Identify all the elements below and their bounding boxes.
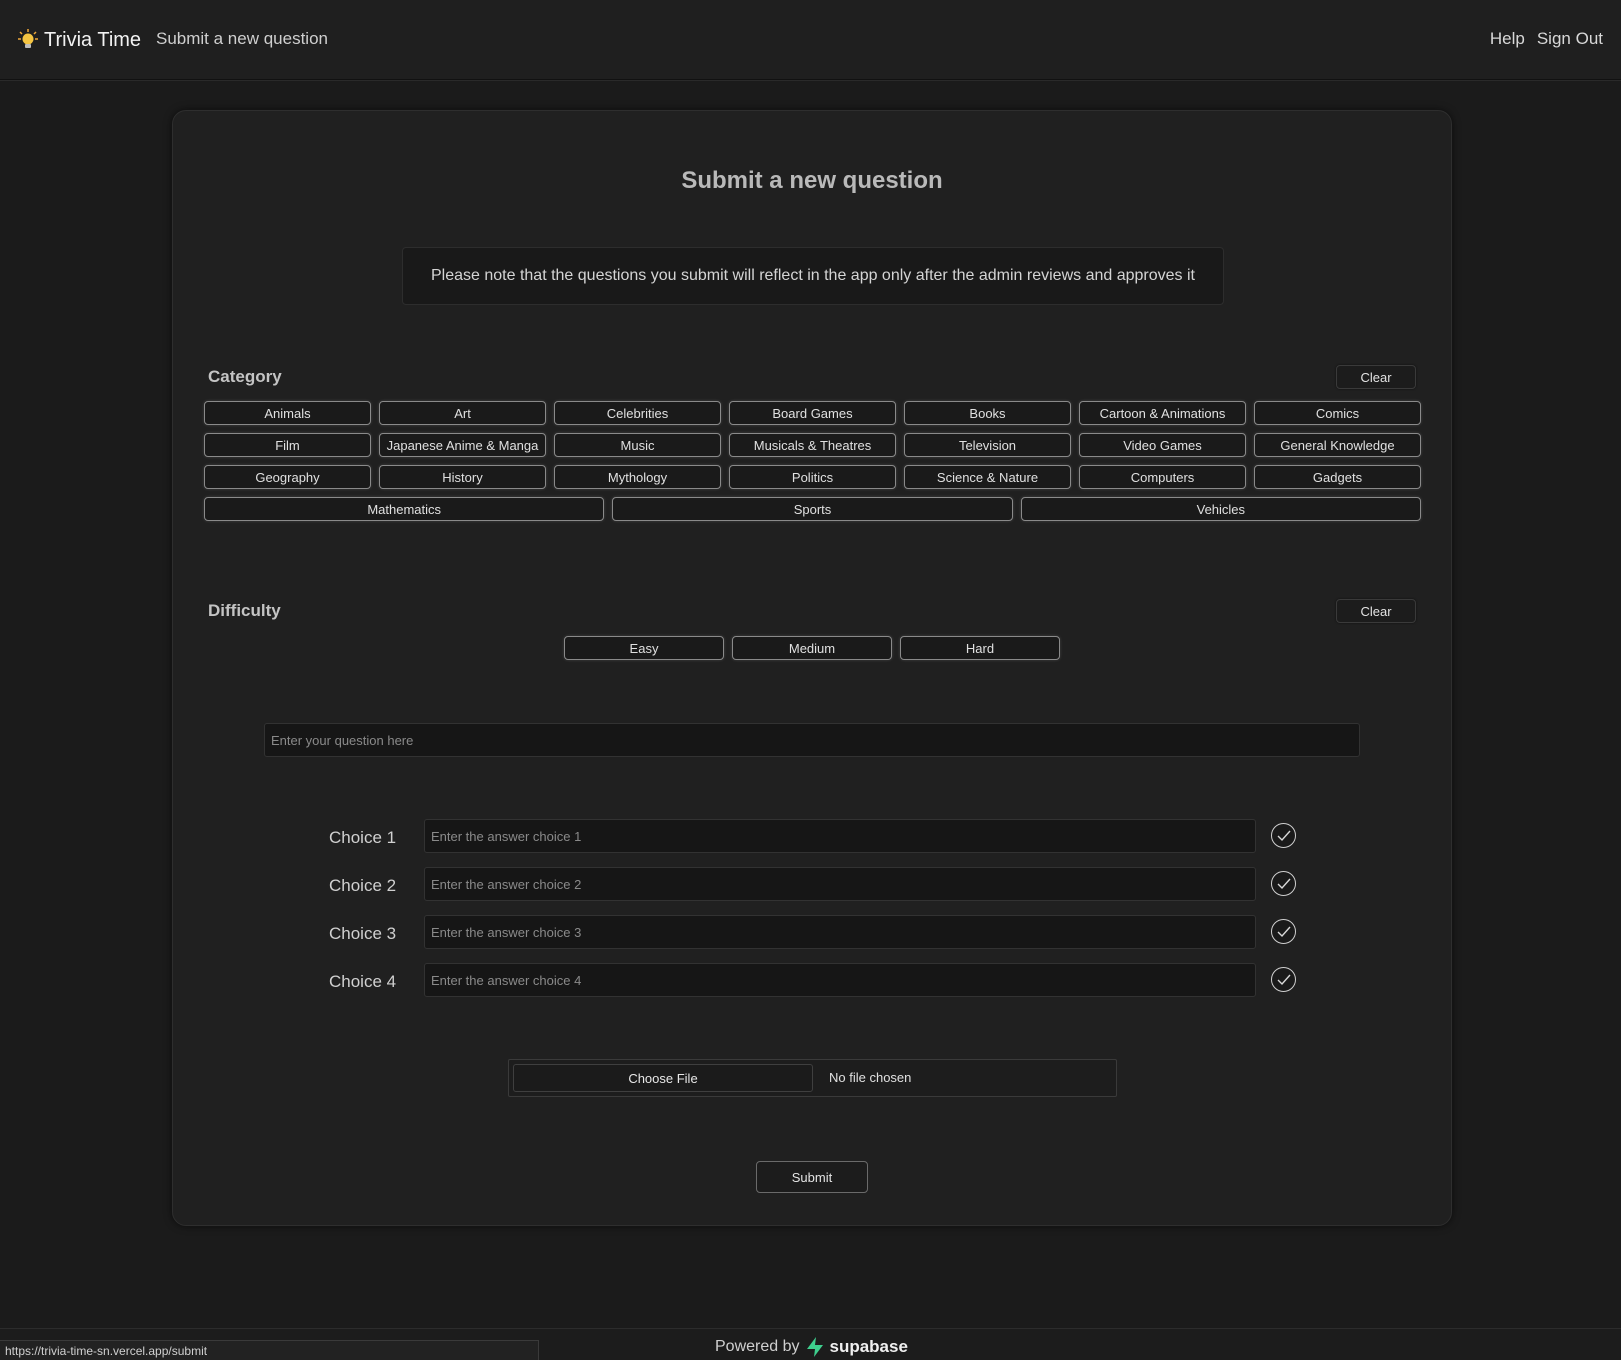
- category-chip-comics[interactable]: Comics: [1254, 401, 1421, 425]
- top-nav: Trivia Time Submit a new question Help S…: [0, 0, 1621, 80]
- choice-3-label: Choice 3: [329, 924, 397, 943]
- category-chip-cartoon-animations[interactable]: Cartoon & Animations: [1079, 401, 1246, 425]
- choice-4-correct-toggle[interactable]: [1271, 967, 1296, 992]
- category-chip-science-nature[interactable]: Science & Nature: [904, 465, 1071, 489]
- check-icon: [1277, 926, 1291, 937]
- app-title: Trivia Time: [44, 28, 142, 51]
- nav-right: Help Sign Out: [1490, 29, 1603, 49]
- category-chip-video-games[interactable]: Video Games: [1079, 433, 1246, 457]
- choice-1-field: [424, 819, 1256, 853]
- browser-status-url: https://trivia-time-sn.vercel.app/submit: [0, 1340, 539, 1360]
- choice-2-correct-toggle[interactable]: [1271, 871, 1296, 896]
- supabase-bolt-icon: [806, 1337, 823, 1357]
- choice-3-input[interactable]: [431, 924, 1249, 940]
- category-chip-film[interactable]: Film: [204, 433, 371, 457]
- category-chip-geography[interactable]: Geography: [204, 465, 371, 489]
- category-chip-television[interactable]: Television: [904, 433, 1071, 457]
- submit-button[interactable]: Submit: [756, 1161, 868, 1193]
- page-title: Submit a new question: [681, 167, 943, 194]
- category-chip-sports[interactable]: Sports: [612, 497, 1013, 521]
- category-chip-celebrities[interactable]: Celebrities: [554, 401, 721, 425]
- category-chip-animals[interactable]: Animals: [204, 401, 371, 425]
- check-icon: [1277, 830, 1291, 841]
- category-chip-history[interactable]: History: [379, 465, 546, 489]
- category-chip-mythology[interactable]: Mythology: [554, 465, 721, 489]
- choice-4-field: [424, 963, 1256, 997]
- category-label: Category: [208, 367, 282, 386]
- category-chip-politics[interactable]: Politics: [729, 465, 896, 489]
- choice-2-input[interactable]: [431, 876, 1249, 892]
- nav-submit-link[interactable]: Submit a new question: [156, 29, 328, 49]
- question-field: [264, 723, 1360, 757]
- category-chip-computers[interactable]: Computers: [1079, 465, 1246, 489]
- choice-2-field: [424, 867, 1256, 901]
- choice-3-field: [424, 915, 1256, 949]
- category-chip-vehicles[interactable]: Vehicles: [1020, 497, 1421, 521]
- choice-1-correct-toggle[interactable]: [1271, 823, 1296, 848]
- difficulty-label: Difficulty: [208, 601, 281, 620]
- category-chip-books[interactable]: Books: [904, 401, 1071, 425]
- category-chip-art[interactable]: Art: [379, 401, 546, 425]
- sign-out-link[interactable]: Sign Out: [1537, 29, 1603, 49]
- choice-3-correct-toggle[interactable]: [1271, 919, 1296, 944]
- difficulty-clear-button[interactable]: Clear: [1336, 599, 1416, 623]
- file-picker: Choose File No file chosen: [508, 1059, 1117, 1097]
- choice-2-label: Choice 2: [329, 876, 397, 895]
- file-status: No file chosen: [829, 1070, 912, 1085]
- check-icon: [1277, 974, 1291, 985]
- category-clear-button[interactable]: Clear: [1336, 365, 1416, 389]
- category-chip-musicals-theatres[interactable]: Musicals & Theatres: [729, 433, 896, 457]
- powered-by-text: Powered by: [715, 1338, 800, 1355]
- category-chip-general-knowledge[interactable]: General Knowledge: [1254, 433, 1421, 457]
- difficulty-hard[interactable]: Hard: [900, 636, 1060, 660]
- choice-4-label: Choice 4: [329, 972, 397, 991]
- question-input[interactable]: [271, 732, 1353, 748]
- category-chip-japanese-anime-manga[interactable]: Japanese Anime & Manga: [379, 433, 546, 457]
- lightbulb-icon: [18, 29, 38, 51]
- choose-file-button[interactable]: Choose File: [513, 1064, 813, 1092]
- check-icon: [1277, 878, 1291, 889]
- powered-by[interactable]: Powered by supabase: [715, 1337, 908, 1357]
- submit-card: Submit a new question Please note that t…: [172, 110, 1452, 1226]
- category-chip-mathematics[interactable]: Mathematics: [204, 497, 605, 521]
- choice-4-input[interactable]: [431, 972, 1249, 988]
- category-chip-board-games[interactable]: Board Games: [729, 401, 896, 425]
- category-chip-gadgets[interactable]: Gadgets: [1254, 465, 1421, 489]
- difficulty-medium[interactable]: Medium: [732, 636, 892, 660]
- choice-1-label: Choice 1: [329, 828, 397, 847]
- review-note: Please note that the questions you submi…: [402, 247, 1224, 305]
- brand[interactable]: Trivia Time: [18, 26, 141, 54]
- difficulty-easy[interactable]: Easy: [564, 636, 724, 660]
- category-chip-music[interactable]: Music: [554, 433, 721, 457]
- choice-1-input[interactable]: [431, 828, 1249, 844]
- help-link[interactable]: Help: [1490, 29, 1525, 49]
- supabase-logo-text: supabase: [829, 1337, 908, 1356]
